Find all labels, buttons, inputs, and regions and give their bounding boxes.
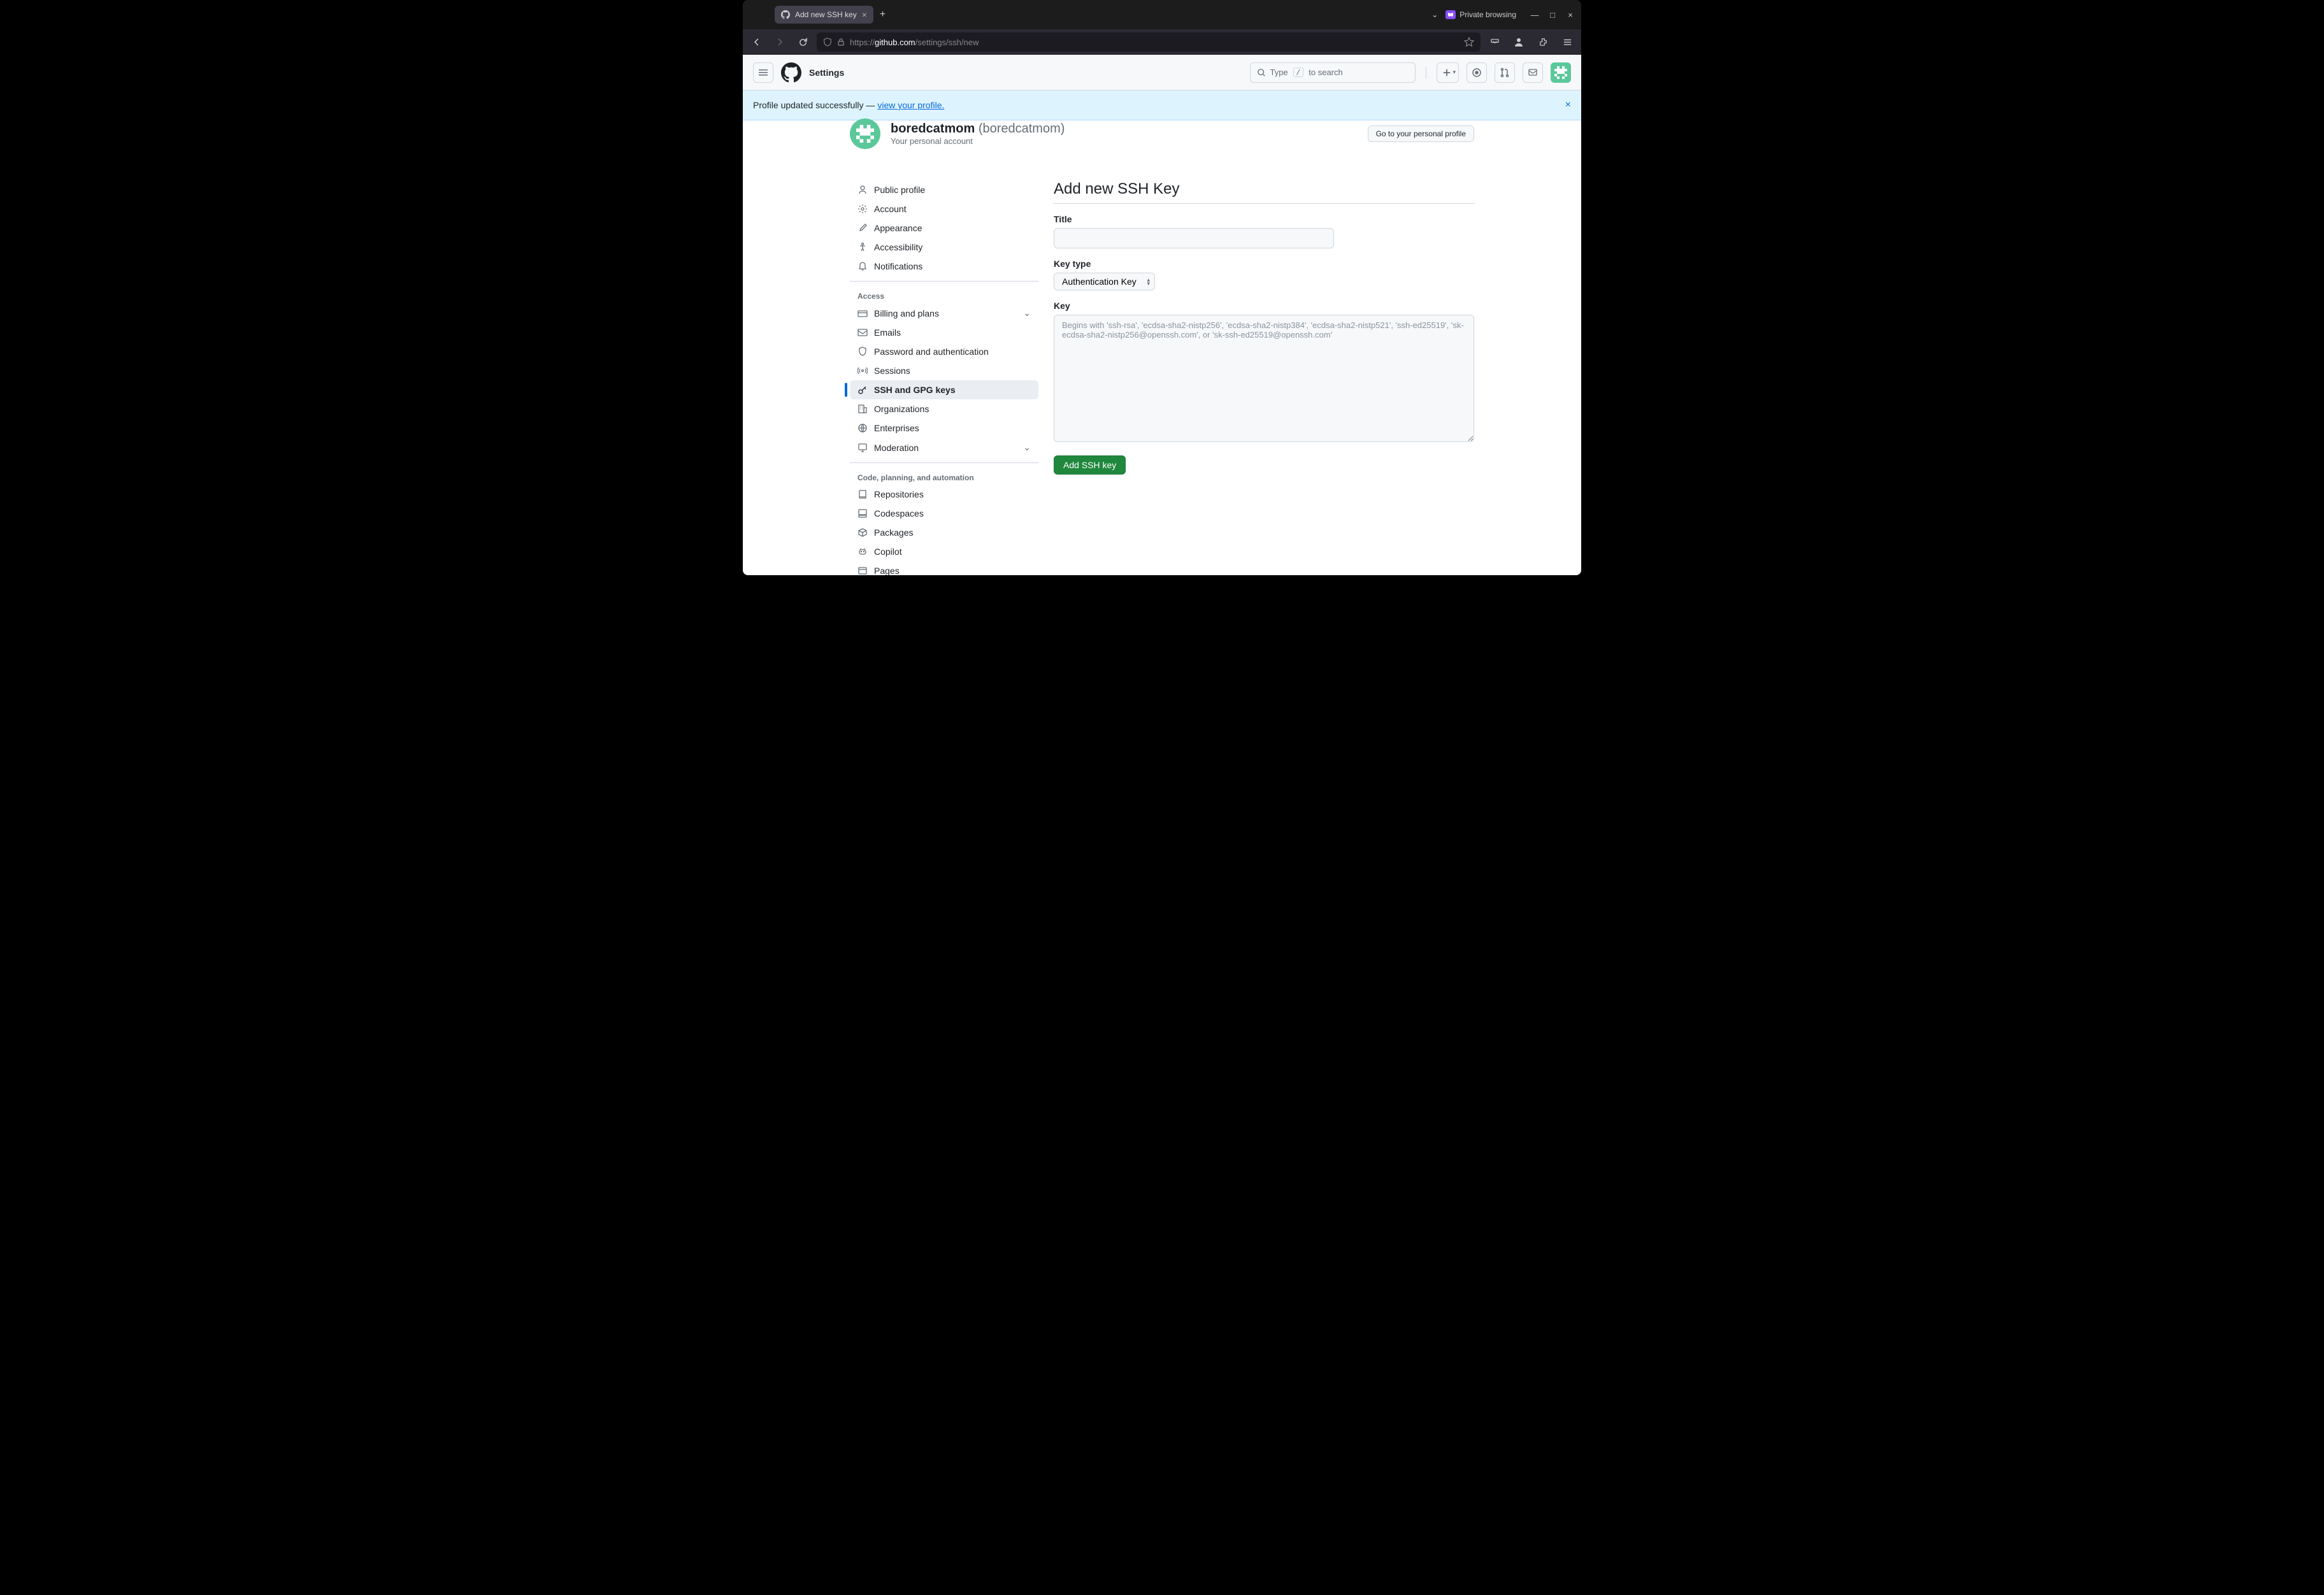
bell-icon xyxy=(857,261,868,271)
private-mask-icon xyxy=(1445,10,1456,19)
sidebar-item-codespaces[interactable]: Codespaces xyxy=(850,504,1038,523)
search-input[interactable]: Type / to search xyxy=(1250,62,1416,83)
flash-text: Profile updated successfully — xyxy=(753,100,877,110)
sidebar-item-moderation[interactable]: Moderation⌄ xyxy=(850,438,1038,457)
sidebar-item-notifications[interactable]: Notifications xyxy=(850,257,1038,276)
shield-lock-icon xyxy=(857,347,868,357)
header-title[interactable]: Settings xyxy=(809,68,844,78)
reload-button[interactable] xyxy=(794,33,812,51)
sidebar-item-pages[interactable]: Pages xyxy=(850,561,1038,575)
github-favicon-icon xyxy=(781,10,790,19)
search-icon xyxy=(1257,68,1266,77)
keytype-select[interactable]: Authentication Key xyxy=(1054,273,1155,290)
flash-banner: Profile updated successfully — view your… xyxy=(743,90,1581,120)
pocket-icon[interactable] xyxy=(1486,33,1503,51)
sidebar-item-billing[interactable]: Billing and plans⌄ xyxy=(850,303,1038,323)
browser-tab[interactable]: Add new SSH key × xyxy=(775,6,873,24)
keytype-label: Key type xyxy=(1054,259,1474,269)
mail-icon xyxy=(857,327,868,338)
sidebar-item-repositories[interactable]: Repositories xyxy=(850,485,1038,504)
forward-button[interactable] xyxy=(771,33,789,51)
minimize-button[interactable]: ― xyxy=(1530,10,1539,20)
sidebar-item-appearance[interactable]: Appearance xyxy=(850,218,1038,238)
page-content: Settings Type / to search ▾ xyxy=(743,55,1581,575)
flash-link[interactable]: view your profile. xyxy=(877,100,944,110)
private-browsing-label: Private browsing xyxy=(1460,10,1516,19)
github-header: Settings Type / to search ▾ xyxy=(743,55,1581,90)
credit-card-icon xyxy=(857,308,868,318)
profile-name: boredcatmom (boredcatmom) xyxy=(891,122,1065,136)
tab-close-icon[interactable]: × xyxy=(862,10,867,20)
shield-icon[interactable] xyxy=(823,38,832,46)
notifications-button[interactable] xyxy=(1523,62,1543,83)
sidebar-heading-access: Access xyxy=(850,287,1038,303)
browser-titlebar: Add new SSH key × + ⌄ Private browsing ―… xyxy=(743,0,1581,29)
sidebar-item-ssh-keys[interactable]: SSH and GPG keys xyxy=(850,380,1038,399)
github-logo-icon[interactable] xyxy=(781,62,801,83)
new-tab-button[interactable]: + xyxy=(873,9,892,20)
key-textarea[interactable] xyxy=(1054,315,1474,442)
key-label: Key xyxy=(1054,301,1474,311)
settings-sidebar: Public profile Account Appearance Access… xyxy=(850,180,1038,575)
sidebar-item-sessions[interactable]: Sessions xyxy=(850,361,1038,380)
browser-navbar: https://github.com/settings/ssh/new xyxy=(743,29,1581,55)
profile-avatar xyxy=(850,118,880,149)
repo-icon xyxy=(857,489,868,499)
copilot-icon xyxy=(857,547,868,557)
address-bar[interactable]: https://github.com/settings/ssh/new xyxy=(817,32,1481,52)
close-window-button[interactable]: × xyxy=(1566,10,1575,20)
nav-menu-button[interactable] xyxy=(753,62,773,83)
issues-button[interactable] xyxy=(1467,62,1487,83)
go-to-profile-button[interactable]: Go to your personal profile xyxy=(1368,125,1474,142)
chevron-down-icon: ⌄ xyxy=(1023,308,1031,318)
user-avatar[interactable] xyxy=(1551,62,1571,83)
title-input[interactable] xyxy=(1054,228,1334,248)
pull-requests-button[interactable] xyxy=(1495,62,1515,83)
browser-icon xyxy=(857,566,868,575)
extensions-icon[interactable] xyxy=(1534,33,1552,51)
gear-icon xyxy=(857,204,868,214)
sidebar-item-packages[interactable]: Packages xyxy=(850,523,1038,542)
sidebar-heading-code: Code, planning, and automation xyxy=(850,468,1038,485)
create-new-button[interactable]: ▾ xyxy=(1437,62,1459,83)
chevron-down-icon: ⌄ xyxy=(1023,442,1031,453)
dropdown-caret-icon: ▾ xyxy=(1452,69,1456,76)
paintbrush-icon xyxy=(857,223,868,233)
sidebar-item-copilot[interactable]: Copilot xyxy=(850,542,1038,561)
flash-close-icon[interactable]: × xyxy=(1565,99,1571,111)
add-ssh-key-button[interactable]: Add SSH key xyxy=(1054,455,1126,475)
sidebar-item-emails[interactable]: Emails xyxy=(850,323,1038,342)
package-icon xyxy=(857,527,868,538)
bookmark-star-icon[interactable] xyxy=(1464,37,1474,47)
page-heading: Add new SSH Key xyxy=(1054,180,1474,204)
globe-icon xyxy=(857,423,868,433)
back-button[interactable] xyxy=(748,33,766,51)
sidebar-item-public-profile[interactable]: Public profile xyxy=(850,180,1038,199)
title-label: Title xyxy=(1054,214,1474,224)
sidebar-item-accessibility[interactable]: Accessibility xyxy=(850,238,1038,257)
main-content: Add new SSH Key Title Key type Authentic… xyxy=(1054,180,1474,575)
lock-icon[interactable] xyxy=(837,38,845,46)
account-icon[interactable] xyxy=(1510,33,1528,51)
person-icon xyxy=(857,185,868,195)
tabs-dropdown-icon[interactable]: ⌄ xyxy=(1431,10,1438,19)
sidebar-item-organizations[interactable]: Organizations xyxy=(850,399,1038,418)
profile-subtitle: Your personal account xyxy=(891,136,1065,146)
codespaces-icon xyxy=(857,508,868,519)
accessibility-icon xyxy=(857,242,868,252)
app-menu-icon[interactable] xyxy=(1558,33,1576,51)
tab-title: Add new SSH key xyxy=(795,10,857,19)
report-icon xyxy=(857,443,868,453)
sidebar-item-password[interactable]: Password and authentication xyxy=(850,342,1038,361)
organization-icon xyxy=(857,404,868,414)
maximize-button[interactable]: □ xyxy=(1548,10,1557,20)
url-text: https://github.com/settings/ssh/new xyxy=(850,38,979,47)
key-icon xyxy=(857,385,868,395)
sidebar-item-account[interactable]: Account xyxy=(850,199,1038,218)
sidebar-item-enterprises[interactable]: Enterprises xyxy=(850,418,1038,438)
broadcast-icon xyxy=(857,366,868,376)
